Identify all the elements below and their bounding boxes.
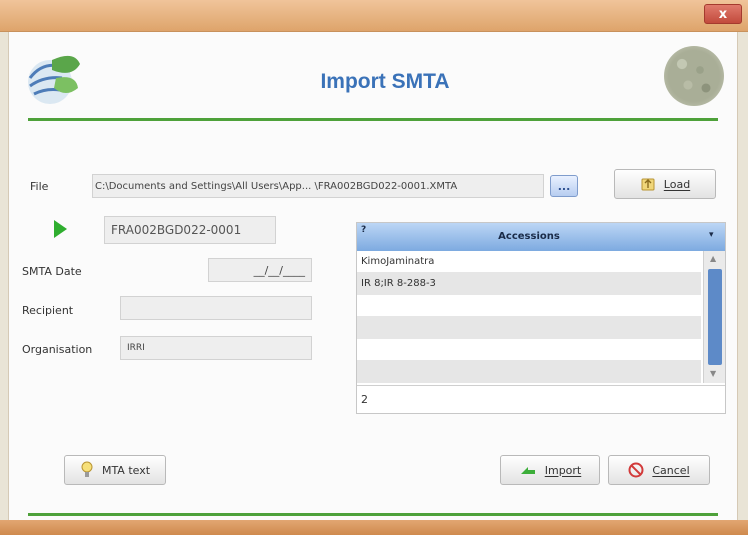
table-row[interactable] — [357, 361, 701, 383]
browse-button[interactable]: ... — [550, 175, 578, 197]
no-entry-icon — [628, 462, 644, 478]
load-icon — [641, 178, 655, 191]
import-button[interactable]: Import — [500, 455, 600, 485]
leaf-globe-logo-icon — [28, 55, 80, 104]
recipient-label: Recipient — [22, 304, 74, 317]
seed-pile-image-icon — [664, 46, 724, 106]
scrollbar-thumb[interactable] — [708, 269, 722, 365]
footer-divider — [28, 513, 718, 516]
lamp-icon — [81, 461, 93, 477]
mta-text-label: MTA text — [101, 463, 151, 477]
import-label: Import — [544, 463, 582, 477]
play-icon[interactable] — [54, 220, 67, 238]
organisation-label: Organisation — [22, 343, 93, 356]
organisation-field[interactable]: IRRI — [120, 336, 312, 360]
file-label: File — [30, 180, 49, 193]
load-label: Load — [663, 177, 691, 191]
accessions-column-title: Accessions — [498, 231, 560, 242]
file-path-field[interactable]: C:\Documents and Settings\All Users\App.… — [92, 174, 544, 198]
smta-date-field[interactable]: __/__/____ — [208, 258, 312, 282]
smta-id-field: FRA002BGD022-0001 — [104, 216, 276, 244]
table-row[interactable] — [357, 295, 701, 317]
smta-date-label: SMTA Date — [22, 265, 82, 278]
accessions-table: ? Accessions ▾ KimoJaminatra IR 8;IR 8-2… — [356, 222, 726, 414]
window-bottom-frame — [0, 520, 748, 535]
vertical-scrollbar[interactable]: ▲ ▼ — [703, 251, 725, 383]
mta-text-button[interactable]: MTA text — [64, 455, 166, 485]
accessions-count: 2 — [357, 385, 725, 413]
window-titlebar: x — [0, 0, 748, 32]
table-row[interactable]: KimoJaminatra — [357, 251, 701, 273]
table-row[interactable] — [357, 317, 701, 339]
recipient-field[interactable] — [120, 296, 312, 320]
import-arrow-icon — [520, 467, 535, 474]
cancel-button[interactable]: Cancel — [608, 455, 710, 485]
close-button[interactable]: x — [704, 4, 742, 24]
load-button[interactable]: Load — [614, 169, 716, 199]
accessions-header[interactable]: ? Accessions ▾ — [357, 223, 725, 251]
scroll-down-icon[interactable]: ▼ — [710, 369, 716, 378]
table-row[interactable] — [357, 339, 701, 361]
page-title: Import SMTA — [320, 70, 450, 93]
table-row[interactable]: IR 8;IR 8-288-3 — [357, 273, 701, 295]
header-divider — [28, 118, 718, 121]
scroll-up-icon[interactable]: ▲ — [710, 254, 716, 263]
cancel-label: Cancel — [652, 463, 690, 477]
column-menu-icon[interactable]: ▾ — [709, 230, 714, 240]
